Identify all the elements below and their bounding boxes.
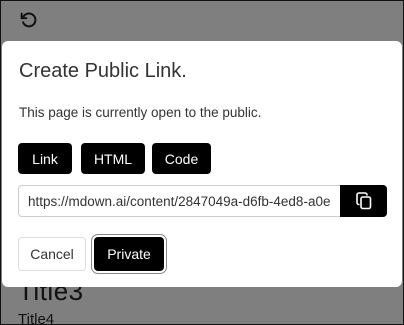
modal-description: This page is currently open to the publi… xyxy=(19,105,262,120)
copy-link-button[interactable] xyxy=(340,185,387,217)
private-button[interactable]: Private xyxy=(94,237,164,271)
copy-icon xyxy=(355,192,372,210)
public-link-input[interactable] xyxy=(18,185,340,217)
link-format-button[interactable]: Link xyxy=(18,143,72,174)
code-format-button[interactable]: Code xyxy=(152,143,211,174)
modal-title: Create Public Link. xyxy=(19,60,187,82)
html-format-button[interactable]: HTML xyxy=(81,143,145,174)
public-link-group xyxy=(18,185,387,217)
cancel-button[interactable]: Cancel xyxy=(18,237,86,271)
create-public-link-modal: Create Public Link. This page is current… xyxy=(2,41,402,287)
